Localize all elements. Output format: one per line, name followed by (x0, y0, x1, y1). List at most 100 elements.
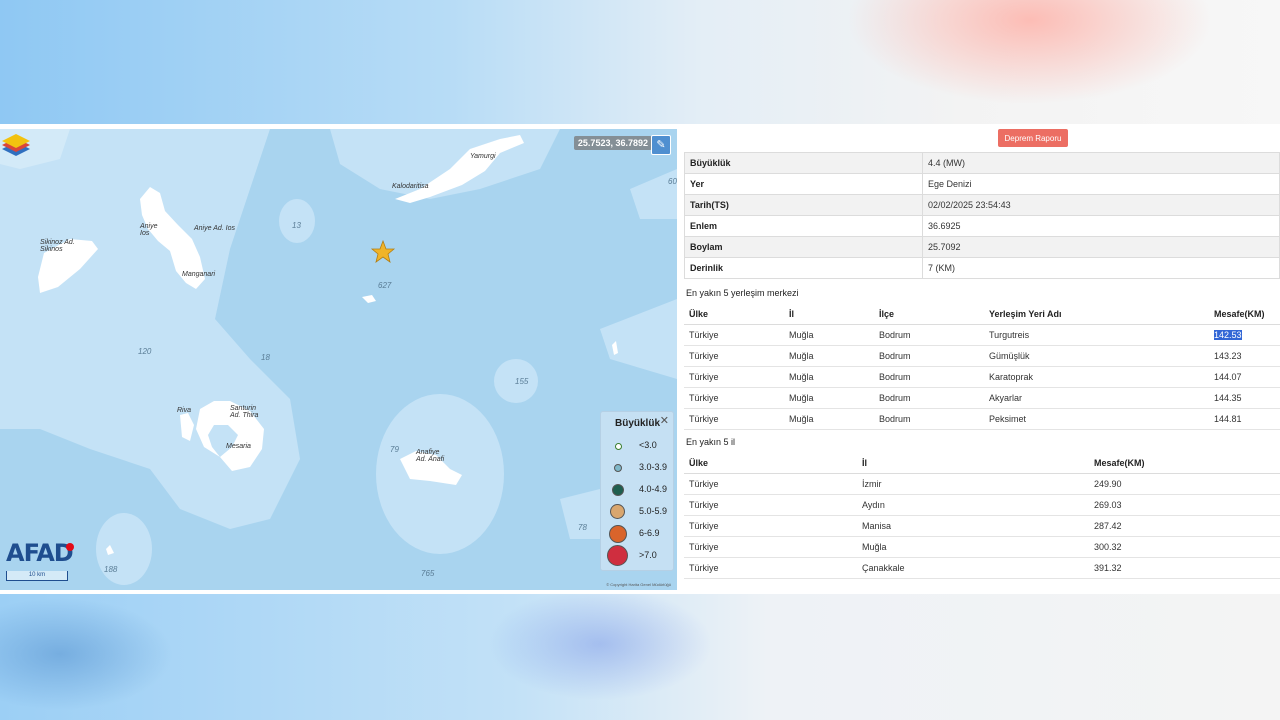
table-cell: Bodrum (874, 345, 984, 367)
table-row: Türkiye İzmir 249.90 (684, 473, 1280, 495)
map-label-aniye: Aniye Ios (140, 223, 158, 237)
info-key: Derinlik (684, 257, 923, 279)
depth-label: 18 (261, 353, 270, 362)
info-value: 25.7092 (922, 236, 1280, 258)
info-key: Boylam (684, 236, 923, 258)
table-cell: Turgutreis (984, 324, 1209, 346)
depth-label: 765 (421, 569, 435, 578)
depth-label: 155 (515, 377, 529, 386)
circle-icon (610, 504, 625, 519)
table-cell: Muğla (784, 366, 874, 388)
depth-label: 13 (292, 221, 301, 230)
info-row: Boylam 25.7092 (684, 236, 1280, 258)
column-header: Yerleşim Yeri Adı (984, 304, 1209, 325)
locate-button[interactable]: ✎ (651, 135, 671, 155)
selected-text[interactable]: 142.53 (1214, 330, 1242, 340)
table-row: Türkiye Aydın 269.03 (684, 494, 1280, 516)
scale-bar: 10 km (6, 571, 68, 581)
map-label-anafiye: Anafiye Ad. Anafi (416, 449, 445, 463)
table-cell: Aydın (857, 494, 1089, 516)
info-key: Yer (684, 173, 923, 195)
table-cell: Bodrum (874, 366, 984, 388)
afad-logo: AFAD (6, 539, 74, 567)
depth-label: 188 (104, 565, 118, 574)
table-cell: Peksimet (984, 408, 1209, 430)
table-cell: Türkiye (684, 345, 784, 367)
flag-icon (66, 543, 74, 551)
table-cell: Muğla (784, 387, 874, 409)
map-label-yamurgi: Yamurgi (470, 153, 496, 160)
column-header: Mesafe(KM) (1209, 304, 1280, 325)
depth-label: 627 (378, 281, 392, 290)
table-row: Türkiye Çanakkale 391.32 (684, 557, 1280, 579)
table-cell: Bodrum (874, 408, 984, 430)
background-bottom (0, 594, 1280, 720)
table-row: Türkiye Muğla Bodrum Peksimet 144.81 (684, 408, 1280, 430)
map-copyright: © Copyright Harita Genel Müdürlüğü (606, 582, 671, 587)
column-header: İl (857, 453, 1089, 474)
info-value: 7 (KM) (922, 257, 1280, 279)
info-key: Büyüklük (684, 152, 923, 174)
table-cell: Çanakkale (857, 557, 1089, 579)
earthquake-info-panel: Deprem Raporu Büyüklük 4.4 (MW) Yer Ege De… (684, 124, 1280, 594)
column-header: İlçe (874, 304, 984, 325)
info-row: Tarih(TS) 02/02/2025 23:54:43 (684, 194, 1280, 216)
table-row: Türkiye Muğla Bodrum Gümüşlük 143.23 (684, 345, 1280, 367)
legend-label: 4.0-4.9 (639, 484, 668, 494)
info-value: 36.6925 (922, 215, 1280, 237)
column-header: İl (784, 304, 874, 325)
earthquake-report-button[interactable]: Deprem Raporu (998, 129, 1068, 147)
circle-icon (615, 443, 622, 450)
table-cell: Türkiye (684, 473, 857, 495)
table-cell: Türkiye (684, 536, 857, 558)
table-cell: 144.07 (1209, 366, 1280, 388)
legend-label: 6-6.9 (639, 528, 660, 538)
table-cell: 144.81 (1209, 408, 1280, 430)
circle-icon (612, 484, 624, 496)
table-cell: Bodrum (874, 324, 984, 346)
info-row: Yer Ege Denizi (684, 173, 1280, 195)
column-header: Ülke (684, 304, 784, 325)
table-cell: 391.32 (1089, 557, 1280, 579)
settlements-table: Ülke İl İlçe Yerleşim Yeri Adı Mesafe(KM… (684, 304, 1280, 430)
info-value: 02/02/2025 23:54:43 (922, 194, 1280, 216)
depth-label: 60 (668, 177, 677, 186)
table-cell: Türkiye (684, 515, 857, 537)
provinces-table: Ülke İl Mesafe(KM) Türkiye İzmir 249.90 … (684, 453, 1280, 579)
info-row: Derinlik 7 (KM) (684, 257, 1280, 279)
table-row: Türkiye Muğla Bodrum Akyarlar 144.35 (684, 387, 1280, 409)
info-value: Ege Denizi (922, 173, 1280, 195)
table-row: Türkiye Muğla Bodrum Karatoprak 144.07 (684, 366, 1280, 388)
table-header: Ülke İl İlçe Yerleşim Yeri Adı Mesafe(KM… (684, 304, 1280, 325)
coordinate-readout: 25.7523, 36.7892 (573, 136, 652, 150)
layers-icon[interactable] (0, 129, 32, 161)
map-label-santurin: Santurin Ad. Thira (230, 405, 259, 419)
earthquake-map[interactable]: Yamurgi Kalodaritisa Sikinoz Ad. Sikinos… (0, 129, 677, 590)
legend-label: 5.0-5.9 (639, 506, 668, 516)
table-cell: Muğla (857, 536, 1089, 558)
legend-item: 5.0-5.9 (601, 502, 673, 522)
pen-icon: ✎ (656, 139, 666, 151)
table-cell: 269.03 (1089, 494, 1280, 516)
legend-item: <3.0 (601, 436, 673, 456)
map-label-manganari: Manganari (182, 271, 216, 278)
table-cell: Muğla (784, 324, 874, 346)
earthquake-info-table: Büyüklük 4.4 (MW) Yer Ege Denizi Tarih(TS)… (684, 152, 1280, 279)
table-cell: 142.53 (1209, 324, 1280, 346)
table-cell: 287.42 (1089, 515, 1280, 537)
settlements-title: En yakın 5 yerleşim merkezi (686, 288, 799, 298)
table-cell: 143.23 (1209, 345, 1280, 367)
legend-item: 4.0-4.9 (601, 480, 673, 500)
circle-icon (614, 464, 622, 472)
legend-label: <3.0 (639, 440, 657, 450)
table-cell: Türkiye (684, 366, 784, 388)
provinces-title: En yakın 5 il (686, 437, 736, 447)
map-canvas (0, 129, 677, 585)
table-row: Türkiye Muğla 300.32 (684, 536, 1280, 558)
table-cell: Akyarlar (984, 387, 1209, 409)
table-cell: İzmir (857, 473, 1089, 495)
info-key: Tarih(TS) (684, 194, 923, 216)
close-icon[interactable]: ✕ (660, 414, 669, 427)
table-cell: Bodrum (874, 387, 984, 409)
table-row: Türkiye Manisa 287.42 (684, 515, 1280, 537)
